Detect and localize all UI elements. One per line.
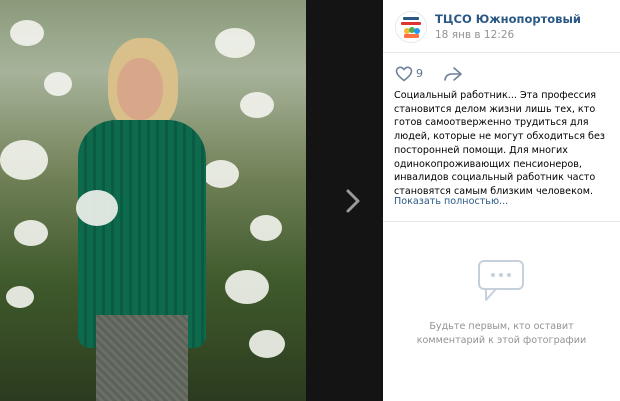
post-text: Социальный работник... Эта профессия ста… (394, 90, 605, 197)
divider (383, 52, 620, 53)
avatar[interactable] (395, 11, 427, 43)
person-shirt (78, 120, 206, 348)
blossom-cluster (0, 140, 48, 180)
person-pants (96, 315, 188, 401)
share-arrow-icon (444, 67, 462, 81)
author-name-link[interactable]: ТЦСО Южнопортовый (435, 12, 581, 26)
person-face (117, 58, 163, 120)
blossom-cluster (249, 330, 285, 358)
show-more-link[interactable]: Показать полностью... (394, 196, 508, 207)
comment-bubble-icon (476, 258, 530, 304)
blossom-cluster (215, 28, 255, 58)
blossom-cluster (203, 160, 239, 188)
post-date[interactable]: 18 янв в 12:26 (435, 29, 514, 41)
blossom-cluster (10, 20, 44, 46)
chevron-right-icon (346, 189, 360, 213)
blossom-cluster (250, 215, 282, 241)
no-comments-text: Будьте первым, кто оставит комментарий к… (416, 321, 587, 346)
next-photo-button[interactable] (341, 184, 365, 218)
blossom-cluster (240, 92, 274, 118)
logo-icon (401, 17, 421, 38)
info-panel: ТЦСО Южнопортовый 18 янв в 12:26 9 Социа… (383, 0, 620, 401)
blossom-cluster (6, 286, 34, 308)
photo[interactable] (0, 0, 306, 401)
like-button[interactable]: 9 (395, 66, 437, 82)
divider (383, 221, 620, 222)
heart-icon (395, 66, 413, 82)
like-count: 9 (416, 67, 423, 80)
photo-viewer (0, 0, 383, 401)
share-button[interactable] (443, 66, 463, 82)
blossom-cluster (225, 270, 269, 304)
blossom-cluster (44, 72, 72, 96)
blossom-cluster (14, 220, 48, 246)
blossom-in-hand (76, 190, 118, 226)
